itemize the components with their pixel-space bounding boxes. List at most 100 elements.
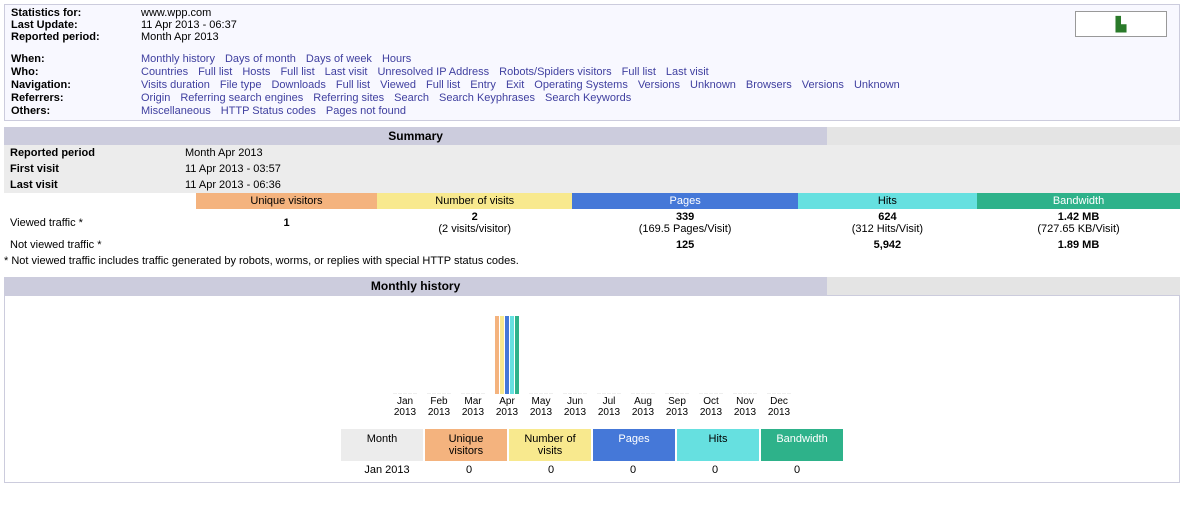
- notviewed-bw: 1.89 MB: [1058, 239, 1100, 251]
- chart-x-label: Jun2013: [558, 396, 592, 418]
- summary-section: Summary Reported periodMonth Apr 2013 Fi…: [4, 127, 1180, 253]
- nav-link[interactable]: Operating Systems: [534, 79, 628, 91]
- chart-column: [660, 304, 694, 394]
- nav-who-links: Countries Full list Hosts Full list Last vis…: [141, 66, 1173, 78]
- nav-link[interactable]: Full list: [622, 66, 656, 78]
- nav-link[interactable]: Browsers: [746, 79, 792, 91]
- nav-link[interactable]: Robots/Spiders visitors: [499, 66, 612, 78]
- nav-link[interactable]: File type: [220, 79, 262, 91]
- mrow-nv: 0: [510, 462, 592, 478]
- nav-link[interactable]: Unknown: [854, 79, 900, 91]
- nav-link[interactable]: Entry: [470, 79, 496, 91]
- chart-column: [558, 304, 592, 394]
- nav-link[interactable]: Versions: [638, 79, 680, 91]
- viewed-nv-sub: (2 visits/visitor): [438, 223, 511, 235]
- nav-link[interactable]: HTTP Status codes: [221, 105, 316, 117]
- nav-link[interactable]: Viewed: [380, 79, 416, 91]
- nav-link[interactable]: Last visit: [666, 66, 709, 78]
- chart-x-label: Oct2013: [694, 396, 728, 418]
- nav-link[interactable]: Unresolved IP Address: [377, 66, 489, 78]
- viewed-bw: 1.42 MB: [1058, 211, 1100, 223]
- nav-link[interactable]: Full list: [198, 66, 232, 78]
- legend-month: Month: [340, 428, 424, 462]
- nav-link[interactable]: Pages not found: [326, 105, 406, 117]
- viewed-traffic-label: Viewed traffic *: [4, 209, 196, 237]
- legend-bw: Bandwidth: [760, 428, 844, 462]
- chart-column: [388, 304, 422, 394]
- last-update-value: 11 Apr 2013 - 06:37: [141, 19, 1075, 31]
- chart-column: [762, 304, 796, 394]
- nav-link[interactable]: Referring sites: [313, 92, 384, 104]
- broken-image-icon: ▙: [1116, 16, 1127, 33]
- nav-block: When:Monthly history Days of month Days of…: [11, 53, 1173, 117]
- chart-x-label: Mar2013: [456, 396, 490, 418]
- nav-link[interactable]: Full list: [280, 66, 314, 78]
- nav-link[interactable]: Monthly history: [141, 53, 215, 65]
- sum-last-label: Last visit: [10, 179, 185, 191]
- col-unique-visitors: Unique visitors: [196, 193, 377, 209]
- mrow-month: Jan 2013: [346, 462, 428, 478]
- monthly-data-row: Jan 2013 0 0 0 0 0: [5, 462, 1179, 478]
- nav-others-links: Miscellaneous HTTP Status codes Pages not …: [141, 105, 1173, 117]
- monthly-section: Monthly history Jan2013Feb2013Mar2013Apr…: [4, 277, 1180, 483]
- sum-last-value: 11 Apr 2013 - 06:36: [185, 179, 281, 191]
- nav-link[interactable]: Full list: [336, 79, 370, 91]
- viewed-uv: 1: [283, 217, 289, 229]
- chart-x-label: Jan2013: [388, 396, 422, 418]
- chart-x-label: Jul2013: [592, 396, 626, 418]
- sum-reported-label: Reported period: [10, 147, 185, 159]
- nav-link[interactable]: Countries: [141, 66, 188, 78]
- nav-link[interactable]: Unknown: [690, 79, 736, 91]
- nav-link[interactable]: Last visit: [325, 66, 368, 78]
- chart-x-label: Sep2013: [660, 396, 694, 418]
- nav-link[interactable]: Hours: [382, 53, 411, 65]
- chart-column: [422, 304, 456, 394]
- nav-link[interactable]: Full list: [426, 79, 460, 91]
- stats-for-label: Statistics for:: [11, 7, 141, 19]
- summary-title: Summary: [4, 127, 827, 145]
- nav-referrers-links: Origin Referring search engines Referring …: [141, 92, 1173, 104]
- nav-link[interactable]: Origin: [141, 92, 170, 104]
- nav-link[interactable]: Search Keywords: [545, 92, 631, 104]
- nav-navigation-links: Visits duration File type Downloads Full li…: [141, 79, 1173, 91]
- nav-link[interactable]: Miscellaneous: [141, 105, 211, 117]
- viewed-hits-sub: (312 Hits/Visit): [852, 223, 923, 235]
- monthly-title: Monthly history: [4, 277, 827, 295]
- mrow-pages: 0: [592, 462, 674, 478]
- header-box: ▙ Statistics for: www.wpp.com Last Updat…: [4, 4, 1180, 121]
- nav-link[interactable]: Exit: [506, 79, 524, 91]
- mrow-bw: 0: [756, 462, 838, 478]
- nav-link[interactable]: Days of month: [225, 53, 296, 65]
- viewed-hits: 624: [878, 211, 896, 223]
- legend-pages: Pages: [592, 428, 676, 462]
- nav-link[interactable]: Visits duration: [141, 79, 210, 91]
- summary-table: Reported periodMonth Apr 2013 First visi…: [4, 145, 1180, 253]
- nav-navigation-label: Navigation:: [11, 79, 141, 91]
- reported-period-label: Reported period:: [11, 31, 141, 43]
- nav-link[interactable]: Search Keyphrases: [439, 92, 535, 104]
- stats-for-value: www.wpp.com: [141, 7, 1075, 19]
- col-hits: Hits: [798, 193, 977, 209]
- nav-when-label: When:: [11, 53, 141, 65]
- legend-hits: Hits: [676, 428, 760, 462]
- nav-link[interactable]: Versions: [802, 79, 844, 91]
- chart-column: [592, 304, 626, 394]
- not-viewed-traffic-label: Not viewed traffic *: [4, 237, 196, 253]
- chart-x-label: Aug2013: [626, 396, 660, 418]
- viewed-bw-sub: (727.65 KB/Visit): [1037, 223, 1119, 235]
- monthly-chart: [5, 304, 1179, 394]
- chart-x-label: May2013: [524, 396, 558, 418]
- nav-link[interactable]: Hosts: [242, 66, 270, 78]
- viewed-nv: 2: [472, 211, 478, 223]
- nav-link[interactable]: Referring search engines: [180, 92, 303, 104]
- chart-column: [626, 304, 660, 394]
- mrow-hits: 0: [674, 462, 756, 478]
- nav-link[interactable]: Days of week: [306, 53, 372, 65]
- nav-link[interactable]: Search: [394, 92, 429, 104]
- nav-referrers-label: Referrers:: [11, 92, 141, 104]
- sum-reported-value: Month Apr 2013: [185, 147, 263, 159]
- sum-first-value: 11 Apr 2013 - 03:57: [185, 163, 281, 175]
- col-pages: Pages: [572, 193, 797, 209]
- legend-nv: Number of visits: [508, 428, 592, 462]
- nav-link[interactable]: Downloads: [271, 79, 325, 91]
